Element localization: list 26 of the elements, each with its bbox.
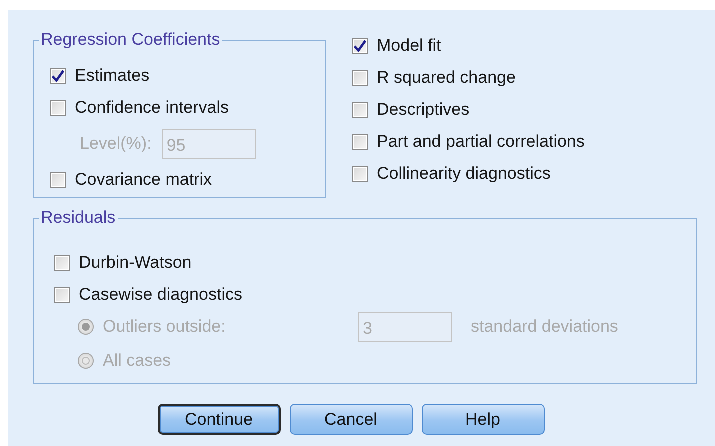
checkbox[interactable] [352, 102, 368, 118]
checkbox-label[interactable]: Part and partial correlations [377, 132, 585, 152]
checkbox-label[interactable]: R squared change [377, 68, 516, 88]
checkbox[interactable] [50, 172, 66, 188]
checkbox[interactable] [352, 38, 368, 54]
dialog-button[interactable]: Continue [158, 404, 280, 435]
checkbox[interactable] [352, 70, 368, 86]
checkbox-label[interactable]: Confidence intervals [75, 98, 230, 118]
checkbox-label[interactable]: Durbin-Watson [79, 253, 192, 273]
group-title: Regression Coefficients [39, 30, 222, 50]
checkbox-label[interactable]: Casewise diagnostics [79, 285, 242, 305]
checkbox[interactable] [352, 134, 368, 150]
dialog-button[interactable]: Help [422, 404, 544, 435]
checkbox-label[interactable]: Collinearity diagnostics [377, 164, 551, 184]
field-label: Level(%): [80, 134, 152, 154]
checkbox[interactable] [50, 100, 66, 116]
checkbox-label[interactable]: Descriptives [377, 100, 470, 120]
dialog-button[interactable]: Cancel [290, 404, 412, 435]
checkbox[interactable] [50, 68, 66, 84]
checkbox-label[interactable]: Covariance matrix [75, 170, 212, 190]
checkbox[interactable] [54, 255, 70, 271]
unit-label: standard deviations [471, 317, 618, 337]
checkbox[interactable] [54, 287, 70, 303]
checkbox-label[interactable]: Model fit [377, 36, 442, 56]
checkbox[interactable] [352, 166, 368, 182]
checkbox-label[interactable]: Estimates [75, 66, 150, 86]
